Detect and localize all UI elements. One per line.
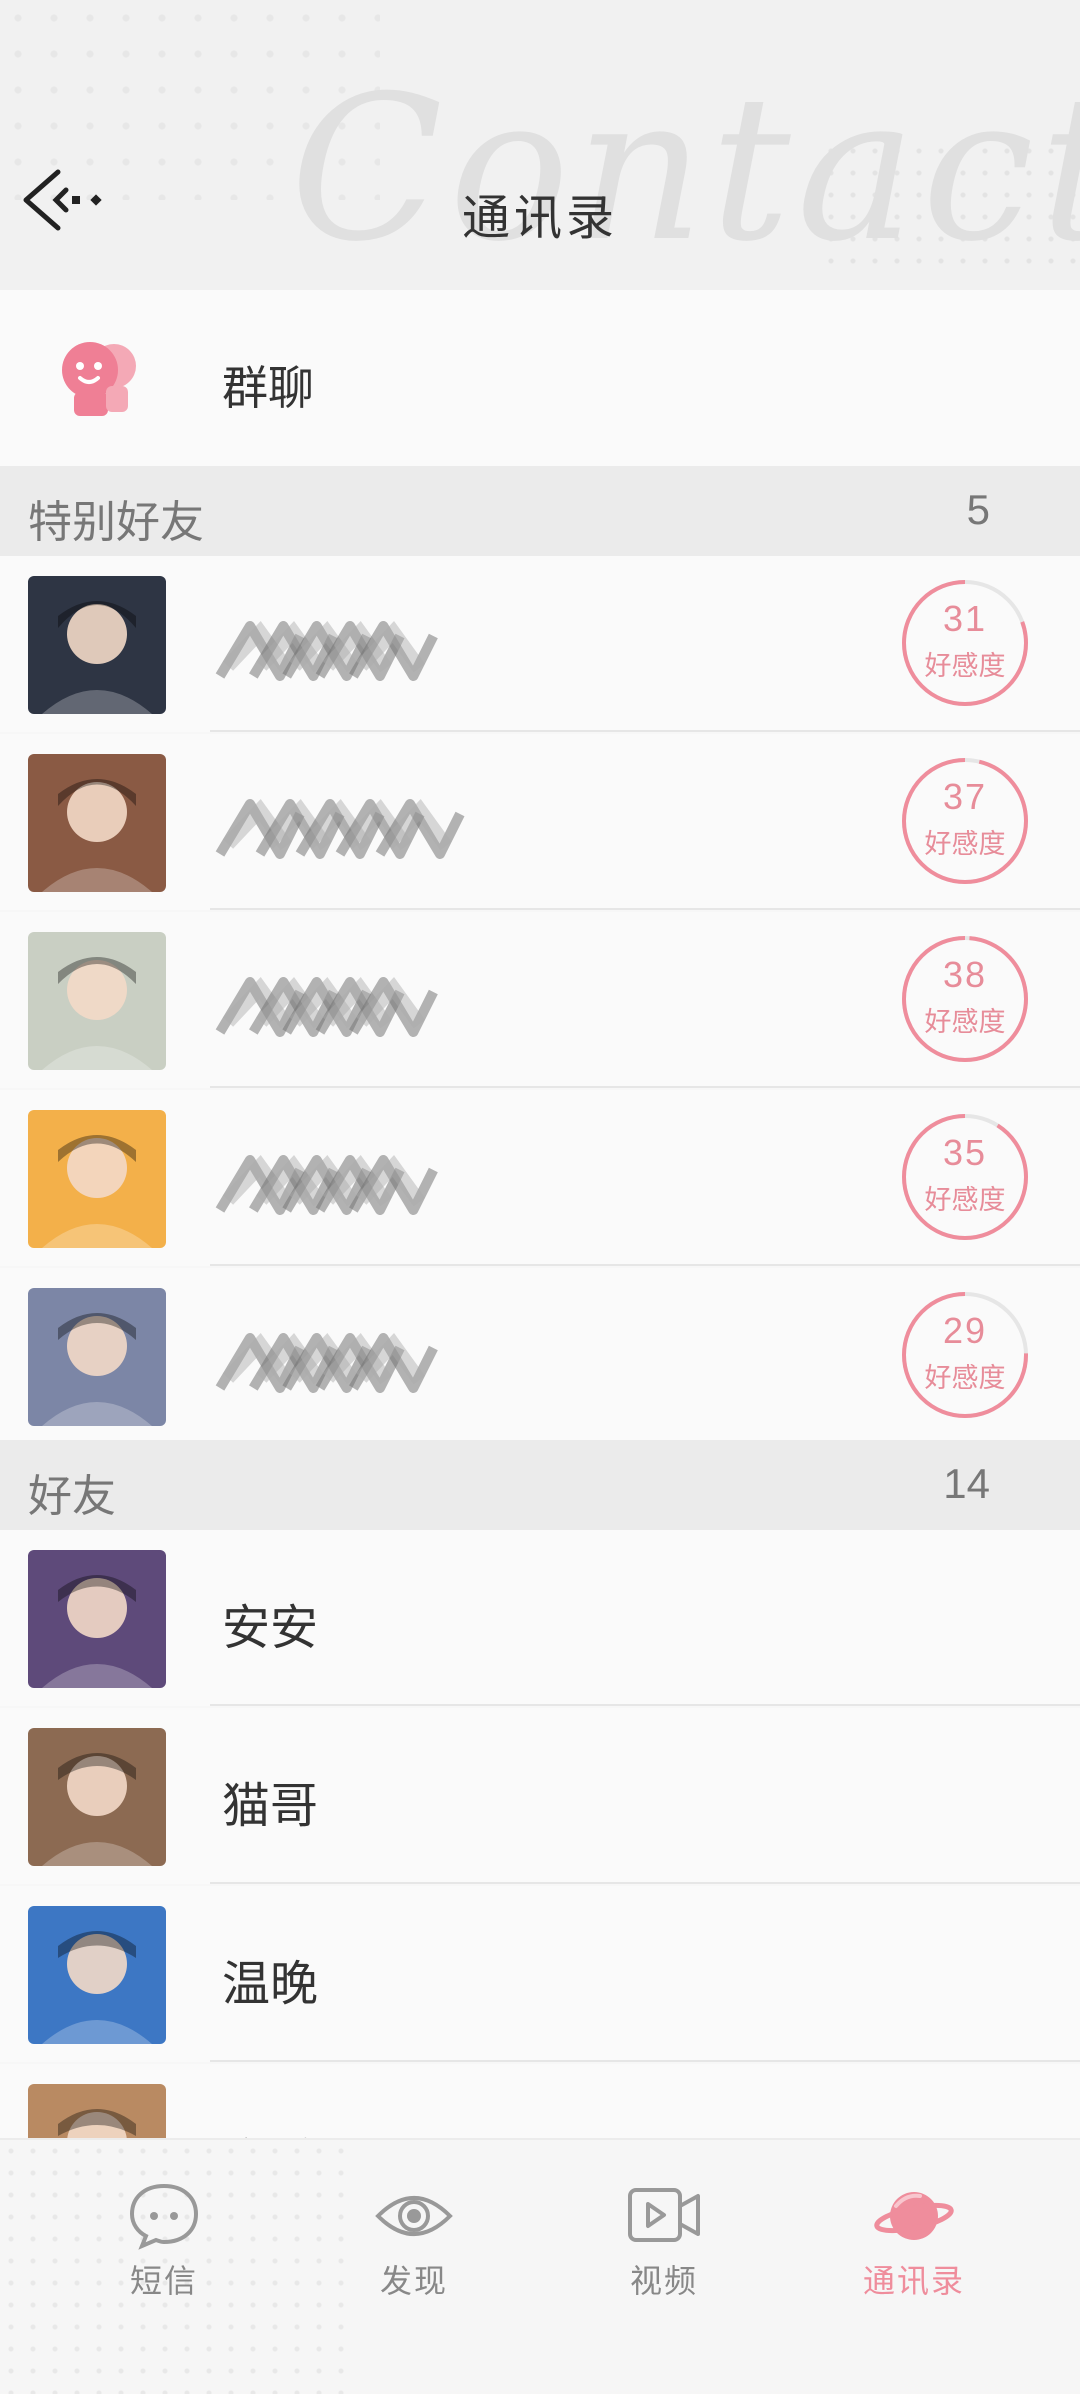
planet-icon <box>874 2192 954 2240</box>
special-friend-row[interactable]: 35 好感度 <box>0 1090 1080 1266</box>
section-count: 5 <box>966 486 990 533</box>
video-icon <box>628 2188 700 2242</box>
avatar <box>28 1550 166 1688</box>
row-divider <box>210 908 1080 910</box>
avatar <box>28 1288 166 1426</box>
section-title: 好友 <box>28 1472 116 1521</box>
affinity-label: 好感度 <box>924 829 1006 859</box>
section-header-special: 特别好友 5 <box>0 466 1080 556</box>
avatar-image <box>28 1728 166 1866</box>
friend-row[interactable]: 温晚 <box>0 1886 1080 2062</box>
redacted-name-scribble <box>215 799 465 859</box>
affinity-ring <box>902 1292 1028 1418</box>
affinity-badge: 37 好感度 <box>898 754 1032 888</box>
special-friend-row[interactable]: 38 好感度 <box>0 912 1080 1088</box>
special-friend-row[interactable]: 29 好感度 <box>0 1268 1080 1444</box>
affinity-badge: 29 好感度 <box>898 1288 1032 1422</box>
redacted-name-scribble <box>215 977 438 1037</box>
avatar <box>28 1728 166 1866</box>
avatar-image <box>28 1550 166 1688</box>
friend-name: 安安 <box>222 1602 319 1655</box>
affinity-value: 38 <box>942 954 988 995</box>
avatar <box>28 1906 166 2044</box>
special-friend-row[interactable]: 37 好感度 <box>0 734 1080 910</box>
redacted-name-scribble <box>215 1155 438 1215</box>
affinity-value: 31 <box>942 598 988 639</box>
affinity-value: 35 <box>942 1132 988 1173</box>
affinity-badge: 38 好感度 <box>898 932 1032 1066</box>
page-title: 通讯录 <box>461 192 618 245</box>
group-chat-label: 群聊 <box>222 362 314 414</box>
avatar-image <box>28 1110 166 1248</box>
bottom-navigation: 短信 发现 视频 通讯录 <box>0 2138 1080 2394</box>
nav-label: 发现 <box>379 2263 448 2299</box>
section-title: 特别好友 <box>28 498 204 547</box>
row-divider <box>210 1882 1080 1884</box>
friend-name: 猫哥 <box>222 1780 319 1833</box>
row-divider <box>210 2060 1080 2062</box>
redacted-name-scribble <box>215 1333 438 1393</box>
row-divider <box>210 730 1080 732</box>
eye-icon <box>375 2196 453 2236</box>
nav-label: 视频 <box>629 2263 698 2299</box>
nav-video[interactable]: 视频 <box>584 2180 744 2330</box>
friend-name: 温晚 <box>222 1958 319 2011</box>
affinity-ring <box>902 758 1028 884</box>
affinity-label: 好感度 <box>924 1007 1006 1037</box>
section-header-friends: 好友 14 <box>0 1440 1080 1530</box>
nav-messages[interactable]: 短信 <box>84 2180 244 2330</box>
avatar-image <box>28 1906 166 2044</box>
friend-row[interactable]: 安安 <box>0 1530 1080 1706</box>
nav-label: 通讯录 <box>862 2263 965 2299</box>
row-divider <box>210 1264 1080 1266</box>
nav-contacts[interactable]: 通讯录 <box>834 2180 994 2330</box>
group-chat-row[interactable]: 群聊 <box>0 290 1080 466</box>
redacted-name-scribble <box>215 621 438 681</box>
friend-row[interactable]: 猫哥 <box>0 1708 1080 1884</box>
chat-bubble-icon <box>129 2183 199 2250</box>
avatar-image <box>28 754 166 892</box>
affinity-value: 37 <box>942 776 988 817</box>
avatar-image <box>28 932 166 1070</box>
header: Contacts 通讯录 <box>0 0 1080 290</box>
avatar <box>28 932 166 1070</box>
affinity-ring <box>902 936 1028 1062</box>
nav-discover[interactable]: 发现 <box>334 2180 494 2330</box>
avatar <box>28 576 166 714</box>
avatar-image <box>28 1288 166 1426</box>
row-divider <box>210 1086 1080 1088</box>
special-friend-row[interactable]: 31 好感度 <box>0 556 1080 732</box>
affinity-ring <box>902 1114 1028 1240</box>
affinity-label: 好感度 <box>924 1363 1006 1393</box>
avatar-image <box>28 576 166 714</box>
affinity-value: 29 <box>942 1310 988 1351</box>
affinity-ring <box>902 580 1028 706</box>
row-divider <box>210 1704 1080 1706</box>
affinity-badge: 31 好感度 <box>898 576 1032 710</box>
affinity-badge: 35 好感度 <box>898 1110 1032 1244</box>
affinity-label: 好感度 <box>924 651 1006 681</box>
avatar <box>28 754 166 892</box>
section-count: 14 <box>943 1460 990 1507</box>
affinity-label: 好感度 <box>924 1185 1006 1215</box>
group-chat-icon <box>62 342 136 416</box>
nav-label: 短信 <box>129 2263 198 2299</box>
avatar <box>28 1110 166 1248</box>
